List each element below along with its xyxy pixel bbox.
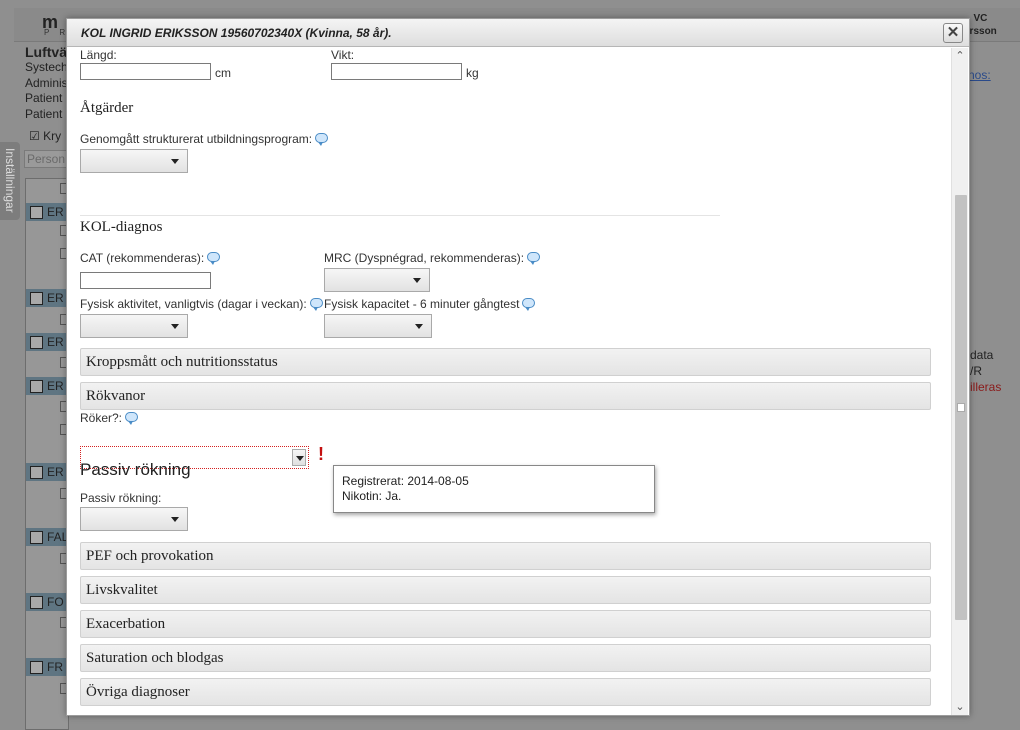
bg-table-row[interactable]: FR <box>26 658 68 676</box>
bg-right-link[interactable]: nos: <box>968 68 991 82</box>
bg-table-row[interactable]: FO <box>26 593 68 611</box>
modal-body: Längd: cm Vikt: kg Åtgärder Genomgått st… <box>67 48 953 715</box>
weight-label: Vikt: <box>331 48 355 62</box>
atgarder-heading: Åtgärder <box>80 100 134 116</box>
comment-icon[interactable] <box>315 133 329 146</box>
section-saturation[interactable]: Saturation och blodgas <box>80 644 931 672</box>
mrc-label-text: MRC (Dyspnégrad, rekommenderas): <box>324 251 525 265</box>
fys-kap-select[interactable] <box>324 314 432 338</box>
close-icon: ✕ <box>946 24 960 41</box>
info-line: Patient <box>25 106 63 121</box>
bg-table-row[interactable]: ER <box>26 333 68 351</box>
comment-icon[interactable] <box>125 412 139 425</box>
section-exacerbation[interactable]: Exacerbation <box>80 610 931 638</box>
registration-tooltip: Registrerat: 2014-08-05 Nikotin: Ja. <box>333 465 655 513</box>
kol-modal: KOL INGRID ERIKSSON 19560702340X (Kvinna… <box>66 18 970 716</box>
fys-kap-label-text: Fysisk kapacitet - 6 minuter gångtest <box>324 297 520 311</box>
bg-table-row[interactable]: ER <box>26 203 68 221</box>
bg-table <box>25 178 69 730</box>
page-title: Luftvä <box>25 44 67 60</box>
cat-label: CAT (rekommenderas): <box>80 251 221 265</box>
mrc-label: MRC (Dyspnégrad, rekommenderas): <box>324 251 541 265</box>
program-label: Genomgått strukturerat utbildningsprogra… <box>80 132 329 146</box>
info-line: Systech <box>25 60 68 74</box>
program-select[interactable] <box>80 149 188 173</box>
fys-akt-select[interactable] <box>80 314 188 338</box>
settings-side-tab[interactable]: Inställningar <box>0 142 20 220</box>
kol-diagnos-heading: KOL-diagnos <box>80 219 163 235</box>
bg-search-input[interactable]: Person <box>24 150 68 168</box>
section-ovriga[interactable]: Övriga diagnoser <box>80 678 931 706</box>
tooltip-line-2: Nikotin: Ja. <box>342 489 402 503</box>
info-line: Adminis <box>25 75 68 90</box>
section-kroppsmatt[interactable]: Kroppsmått och nutritionsstatus <box>80 348 931 376</box>
length-label: Längd: <box>80 48 117 62</box>
passiv-label: Passiv rökning: <box>80 491 162 505</box>
cat-label-text: CAT (rekommenderas): <box>80 251 205 265</box>
section-pef[interactable]: PEF och provokation <box>80 542 931 570</box>
bg-table-row[interactable]: FAL <box>26 528 68 546</box>
error-icon: ! <box>318 444 324 464</box>
scroll-up-icon[interactable]: ⌃ <box>952 48 968 64</box>
weight-input[interactable] <box>331 63 462 80</box>
passiv-select[interactable] <box>80 507 188 531</box>
bg-checkbox[interactable]: ☑ Kry <box>29 129 61 143</box>
modal-scrollbar[interactable]: ⌃ ⌄ <box>951 48 968 715</box>
program-label-text: Genomgått strukturerat utbildningsprogra… <box>80 132 313 146</box>
close-button[interactable]: ✕ <box>943 23 963 43</box>
bg-right-text: /R <box>970 364 982 378</box>
comment-icon[interactable] <box>527 252 541 265</box>
bg-right-text: data <box>970 348 994 362</box>
scroll-down-icon[interactable]: ⌄ <box>952 699 968 715</box>
cat-input[interactable] <box>80 272 211 289</box>
comment-icon[interactable] <box>207 252 221 265</box>
passiv-heading: Passiv rökning <box>80 460 191 479</box>
settings-side-tab-label: Inställningar <box>3 148 17 213</box>
tooltip-line-1: Registrerat: 2014-08-05 <box>342 474 469 488</box>
section-rokvanor[interactable]: Rökvanor <box>80 382 931 410</box>
chevron-down-icon[interactable] <box>292 449 306 466</box>
roker-label-text: Röker?: <box>80 411 123 425</box>
section-livskvalitet[interactable]: Livskvalitet <box>80 576 931 604</box>
bg-table-row[interactable]: ER <box>26 463 68 481</box>
bg-right-red-text: illeras <box>970 380 1002 394</box>
fys-akt-label: Fysisk aktivitet, vanligtvis (dagar i ve… <box>80 297 323 311</box>
bg-table-row[interactable]: ER <box>26 377 68 395</box>
fys-kap-label: Fysisk kapacitet - 6 minuter gångtest <box>324 297 536 311</box>
roker-label: Röker?: <box>80 411 139 425</box>
comment-icon[interactable] <box>522 298 536 311</box>
info-line: Patient <box>25 91 63 105</box>
length-input[interactable] <box>80 63 211 80</box>
length-unit: cm <box>215 66 231 80</box>
modal-title: KOL INGRID ERIKSSON 19560702340X (Kvinna… <box>67 19 969 47</box>
comment-icon[interactable] <box>309 298 323 311</box>
fys-akt-label-text: Fysisk aktivitet, vanligtvis (dagar i ve… <box>80 297 307 311</box>
scroll-marker <box>957 403 965 412</box>
mrc-select[interactable] <box>324 268 430 292</box>
divider <box>80 215 720 216</box>
bg-table-row[interactable]: ER <box>26 289 68 307</box>
info-lines: Systech Adminis Patient Patient <box>25 60 68 122</box>
bg-checkbox-label: Kry <box>43 129 62 143</box>
weight-unit: kg <box>466 66 479 80</box>
